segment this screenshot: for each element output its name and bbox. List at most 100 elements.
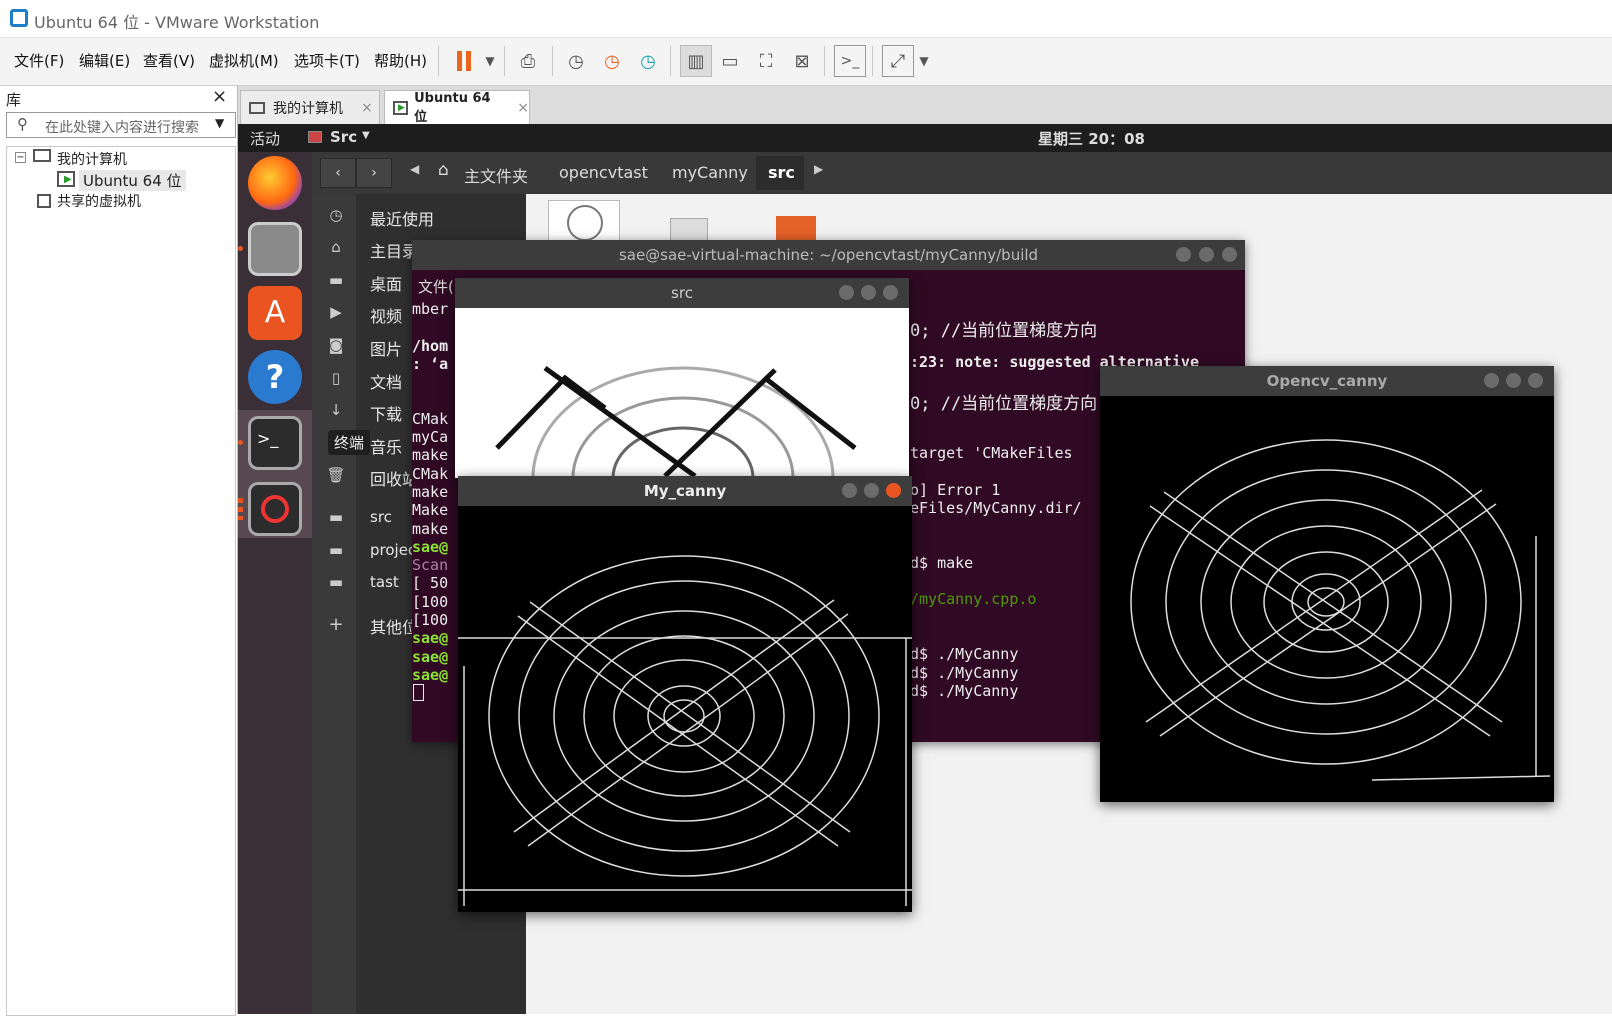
menu-file[interactable]: 文件(F): [14, 50, 64, 71]
library-toggle-icon[interactable]: ▥: [680, 45, 712, 77]
vm-running-icon: ▶: [393, 100, 409, 115]
library-search-input[interactable]: ⚲ 在此处键入内容进行搜索 ▼: [6, 112, 236, 138]
src-image-window[interactable]: src: [455, 278, 909, 478]
terminal-icon[interactable]: >_: [248, 416, 302, 470]
close-icon[interactable]: ×: [517, 100, 529, 116]
my-canny-image: [458, 555, 912, 906]
sidebar-item-recent[interactable]: 最近使用: [370, 206, 434, 230]
trash-icon: 🗑: [326, 466, 346, 484]
minimize-icon[interactable]: [1484, 373, 1499, 388]
sidebar-item-music[interactable]: 音乐: [370, 434, 402, 458]
menu-help[interactable]: 帮助(H): [374, 50, 427, 71]
app-menu-label[interactable]: Src: [330, 128, 357, 146]
menu-tabs[interactable]: 选项卡(T): [294, 50, 360, 71]
maximize-icon[interactable]: [864, 483, 879, 498]
menu-view[interactable]: 查看(V): [143, 50, 195, 71]
maximize-icon[interactable]: [1199, 247, 1214, 262]
close-icon[interactable]: [1528, 373, 1543, 388]
thumbnail-icon[interactable]: ▭: [714, 45, 746, 77]
sidebar-item-documents[interactable]: 文档: [370, 369, 402, 393]
my-canny-window[interactable]: My_canny: [458, 476, 912, 912]
unity-icon[interactable]: ⊠: [786, 45, 818, 77]
snapshot-manager-icon[interactable]: ◷: [632, 45, 664, 77]
send-keys-icon[interactable]: ⎙: [512, 45, 544, 77]
terminal-line: myCa: [412, 428, 449, 447]
sidebar-item-tast[interactable]: tast: [370, 573, 399, 591]
minimize-icon[interactable]: [842, 483, 857, 498]
close-icon[interactable]: ×: [361, 100, 373, 116]
tab-ubuntu[interactable]: ▶ Ubuntu 64 位 ×: [384, 90, 530, 125]
maximize-icon[interactable]: [1506, 373, 1521, 388]
path-item-mycanny[interactable]: myCanny: [672, 163, 748, 182]
terminal-line: /hom: [412, 336, 449, 355]
terminal-line: [100: [412, 592, 449, 611]
text-file-icon[interactable]: [670, 218, 708, 242]
terminal-line: CMak: [412, 464, 449, 483]
folder-icon: ▬: [328, 508, 344, 526]
console-icon[interactable]: >_: [834, 45, 866, 77]
sidebar-item-trash[interactable]: 回收站: [370, 466, 418, 490]
menu-edit[interactable]: 编辑(E): [79, 50, 130, 71]
terminal-line: : ‘a: [412, 354, 449, 373]
activities-button[interactable]: 活动: [250, 128, 280, 149]
help-icon[interactable]: ?: [248, 350, 302, 404]
tree-collapse-icon[interactable]: −: [15, 152, 26, 163]
back-button[interactable]: ‹: [320, 158, 356, 188]
running-indicator: [238, 246, 243, 251]
tree-item-shared[interactable]: 共享的虚拟机: [57, 191, 141, 211]
path-right-arrow-icon[interactable]: ▶: [814, 162, 823, 176]
firefox-icon[interactable]: [248, 156, 302, 210]
app-menu-dropdown-icon[interactable]: ▼: [362, 130, 370, 141]
source-file-icon[interactable]: [776, 216, 816, 242]
path-item-home[interactable]: 主文件夹: [464, 163, 528, 187]
sidebar-item-desktop[interactable]: 桌面: [370, 271, 402, 295]
path-left-arrow-icon[interactable]: ◀: [410, 162, 419, 176]
tree-item-my-computer[interactable]: 我的计算机: [57, 149, 127, 169]
files-icon[interactable]: [248, 222, 302, 276]
terminal-line: Scan: [412, 556, 449, 575]
stretch-dropdown-icon[interactable]: ▼: [908, 45, 940, 77]
minimize-icon[interactable]: [1176, 247, 1191, 262]
sidebar-item-videos[interactable]: 视频: [370, 303, 402, 327]
terminal-line: sae@: [412, 665, 449, 684]
search-dropdown-icon[interactable]: ▼: [215, 116, 224, 130]
sidebar-item-home[interactable]: 主目录: [370, 238, 418, 262]
close-icon[interactable]: [1222, 247, 1237, 262]
sidebar-item-pictures[interactable]: 图片: [370, 336, 402, 360]
maximize-icon[interactable]: [861, 285, 876, 300]
sidebar-item-src[interactable]: src: [370, 508, 392, 526]
path-item-src[interactable]: src: [768, 163, 795, 182]
close-icon[interactable]: [886, 483, 901, 498]
search-icon: ⚲: [17, 115, 28, 133]
terminal-line: sae@: [412, 537, 449, 556]
shared-vm-icon: [37, 194, 51, 208]
sidebar-item-downloads[interactable]: 下载: [370, 401, 402, 425]
opencv-canny-image: [1130, 439, 1551, 781]
pause-dropdown-icon[interactable]: ▼: [474, 45, 506, 77]
close-icon[interactable]: [883, 285, 898, 300]
tree-item-ubuntu[interactable]: Ubuntu 64 位: [79, 170, 186, 191]
plus-icon: +: [328, 614, 344, 635]
software-center-icon[interactable]: A: [248, 286, 302, 340]
running-indicator: [238, 440, 243, 445]
tab-my-computer[interactable]: 我的计算机 ×: [240, 90, 380, 124]
library-close-icon[interactable]: ×: [212, 86, 227, 107]
opencv-window-icon[interactable]: [248, 482, 302, 536]
path-item-opencvtast[interactable]: opencvtast: [559, 163, 648, 182]
menu-vm[interactable]: 虚拟机(M): [209, 50, 279, 71]
tab-bar: 我的计算机 × ▶ Ubuntu 64 位 ×: [238, 86, 1612, 125]
vm-running-icon: ▶: [57, 171, 75, 187]
terminal-menu-file[interactable]: 文件(: [418, 276, 454, 297]
minimize-icon[interactable]: [839, 285, 854, 300]
terminal-line: [ 50: [412, 574, 449, 593]
forward-button[interactable]: ›: [356, 158, 392, 188]
clock[interactable]: 星期三 20：08: [1038, 128, 1145, 149]
fullscreen-icon[interactable]: ⛶: [750, 45, 782, 77]
app-menu-icon: [308, 131, 322, 143]
terminal-cursor: [413, 684, 424, 702]
revert-snapshot-icon[interactable]: ◷: [596, 45, 628, 77]
opencv-canny-window[interactable]: Opencv_canny: [1100, 366, 1554, 802]
terminal-titlebar[interactable]: sae@sae-virtual-machine: ~/opencvtast/my…: [412, 240, 1245, 270]
snapshot-icon[interactable]: ◷: [560, 45, 592, 77]
terminal-line: make: [412, 446, 449, 465]
